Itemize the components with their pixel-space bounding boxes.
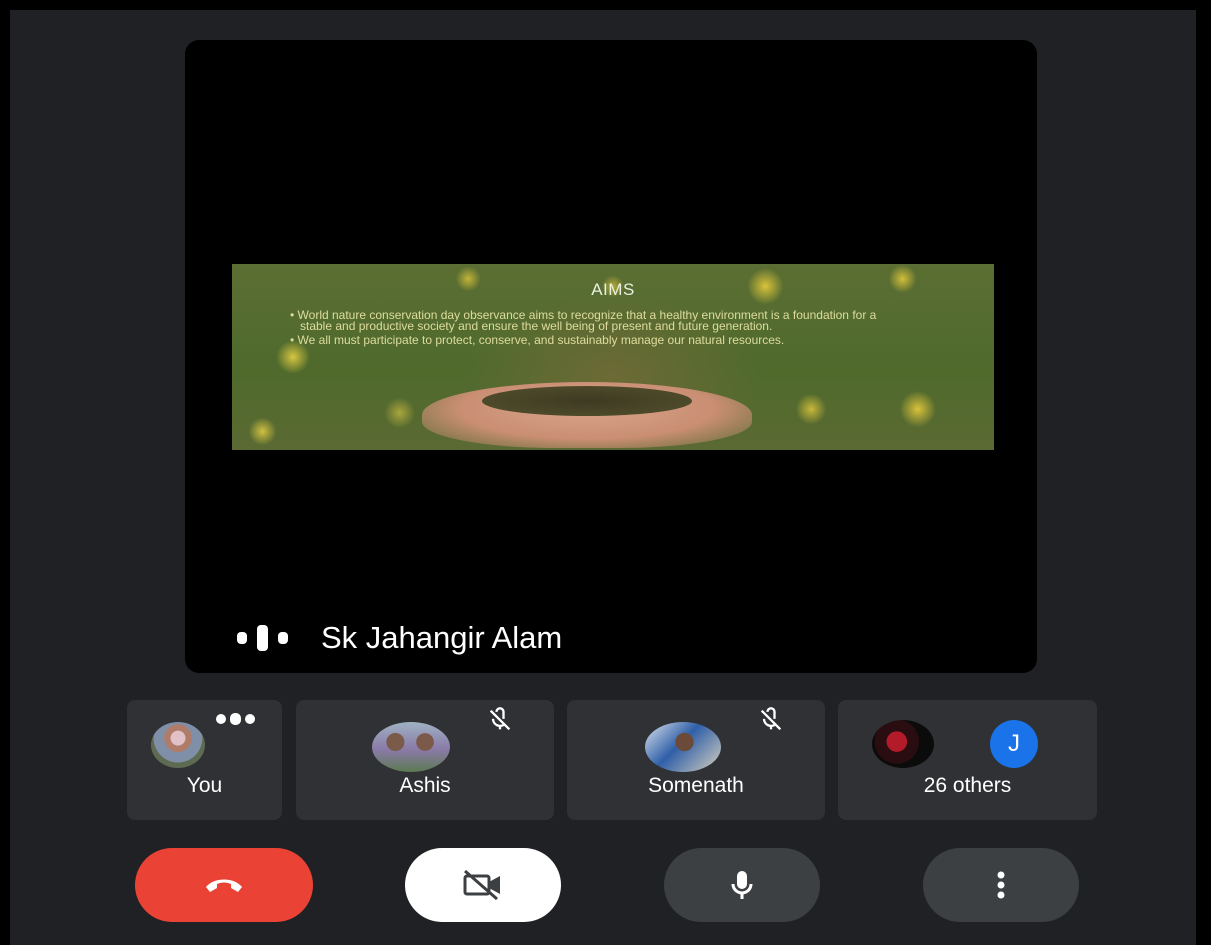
- slide-tree-image: [482, 386, 692, 416]
- participant-tile-ashis[interactable]: Ashis: [296, 700, 554, 820]
- audio-level-icon: [237, 625, 288, 651]
- slide-bullet: • World nature conservation day observan…: [290, 308, 877, 333]
- speaker-label: Sk Jahangir Alam: [235, 618, 562, 658]
- participant-name: 26 others: [923, 774, 1012, 797]
- leave-call-button[interactable]: [135, 848, 313, 922]
- audio-level-icon: [216, 713, 255, 725]
- participant-name: Ashis: [399, 774, 451, 797]
- avatar-initial: J: [990, 720, 1038, 768]
- participant-tile-you[interactable]: You: [127, 700, 282, 820]
- avatar: [372, 722, 450, 772]
- participant-tile-somenath[interactable]: Somenath: [567, 700, 825, 820]
- avatar: [645, 722, 721, 772]
- more-options-button[interactable]: [923, 848, 1079, 922]
- participant-name: Somenath: [648, 774, 744, 797]
- video-off-icon: [463, 869, 500, 901]
- mic-icon: [731, 871, 753, 899]
- mic-off-icon: [757, 707, 785, 734]
- phone-hangup-icon: [206, 879, 242, 892]
- slide-body: • World nature conservation day observan…: [290, 308, 910, 349]
- slide-title: AIMS: [591, 280, 635, 299]
- mic-off-icon: [486, 707, 514, 734]
- participant-tile-others[interactable]: J 26 others: [838, 700, 1097, 820]
- speaker-name: Sk Jahangir Alam: [321, 620, 563, 655]
- slide-bullet: • We all must participate to protect, co…: [290, 333, 785, 347]
- participant-name: You: [186, 774, 223, 797]
- shared-slide: AIMS • World nature conservation day obs…: [232, 264, 994, 450]
- camera-toggle-button[interactable]: [405, 848, 561, 922]
- avatar: [872, 720, 934, 768]
- microphone-button[interactable]: [664, 848, 820, 922]
- avatar: [151, 722, 205, 768]
- more-vert-icon: [997, 871, 1005, 899]
- presenter-stage[interactable]: AIMS • World nature conservation day obs…: [185, 40, 1037, 673]
